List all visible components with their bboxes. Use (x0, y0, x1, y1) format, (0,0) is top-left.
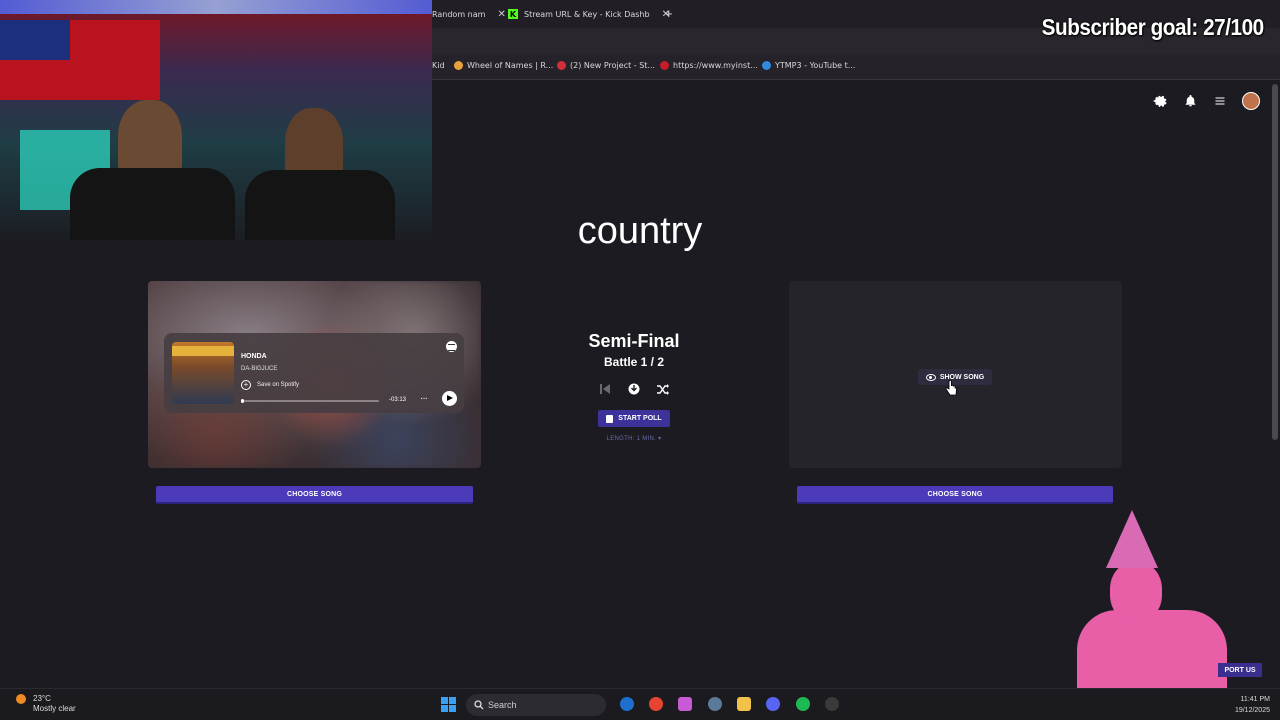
save-label: Save on Spotify (257, 382, 300, 388)
bookmark-new-project[interactable]: (2) New Project - St... (557, 61, 655, 70)
clock-date: 19/12/2025 (1234, 707, 1270, 714)
shuffle-icon[interactable] (656, 382, 670, 396)
support-us-button[interactable]: PORT US (1218, 663, 1262, 677)
temperature: 23°C (33, 694, 51, 703)
page-scrollbar[interactable] (1272, 84, 1278, 440)
bookmark-wheel-of-names[interactable]: Wheel of Names | R... (454, 61, 553, 70)
save-on-spotify-button[interactable]: + Save on Spotify (241, 380, 299, 390)
plus-icon: + (241, 380, 251, 390)
bell-icon[interactable] (1182, 93, 1198, 109)
progress-handle[interactable] (241, 399, 244, 403)
spotify-app-icon[interactable] (796, 697, 810, 711)
cover-banner (172, 346, 234, 356)
bookmark-label: Wheel of Names | R... (467, 61, 554, 70)
bookmark-label: Kid (432, 61, 445, 70)
wheel-icon (454, 61, 463, 70)
webcam-overlay (0, 0, 432, 240)
round-title: Semi-Final (588, 331, 680, 351)
progress-bar[interactable] (241, 399, 379, 403)
subscriber-goal: Subscriber goal: 27/100 (1041, 14, 1265, 40)
weather-widget[interactable]: 23°C Mostly clear (16, 694, 76, 714)
project-icon (557, 61, 566, 70)
overlay-character (1072, 510, 1232, 710)
file-explorer-icon[interactable] (737, 697, 751, 711)
menu-icon[interactable] (1212, 93, 1228, 109)
tab-label: Stream URL & Key - Kick Dashb (524, 9, 650, 19)
settings-app-icon[interactable] (708, 697, 722, 711)
tab-kick-dashboard[interactable]: K Stream URL & Key - Kick Dashb ✕ (508, 4, 670, 24)
chrome-icon[interactable] (649, 697, 663, 711)
choose-song-right-button[interactable]: CHOOSE SONG (797, 486, 1113, 504)
ytmp3-icon (762, 61, 771, 70)
bookmarks-bar: Kid Wheel of Names | R... (2) New Projec… (430, 54, 1280, 80)
edge-icon[interactable] (620, 697, 634, 711)
myinstants-icon (660, 61, 669, 70)
start-poll-button[interactable]: START POLL (598, 410, 670, 427)
poll-icon (606, 414, 614, 423)
track-title[interactable]: HONDA (241, 353, 267, 360)
flag-canton (0, 20, 70, 60)
bookmark-label: YTMP3 - YouTube t... (775, 61, 856, 70)
copilot-icon[interactable] (678, 697, 692, 711)
character-head (1110, 562, 1162, 622)
led-strip (0, 0, 432, 14)
discord-icon[interactable] (766, 697, 780, 711)
gear-icon[interactable] (1152, 93, 1168, 109)
bookmark-label: (2) New Project - St... (570, 61, 656, 70)
clock-time: 11:41 PM (1240, 696, 1270, 703)
eye-icon (925, 373, 936, 381)
new-tab-button[interactable]: + (665, 6, 673, 21)
genre-title: country (577, 210, 703, 252)
left-song-card: HONDA DA-BIGJUCE + Save on Spotify -03:1… (148, 281, 481, 468)
search-icon (474, 700, 484, 710)
more-options-icon[interactable]: ··· (420, 393, 428, 404)
weather-condition: Mostly clear (33, 704, 76, 713)
start-poll-label: START POLL (618, 415, 662, 422)
bookmark-kid[interactable]: Kid (432, 61, 445, 70)
hand-cursor-icon (945, 380, 957, 396)
weather-icon (16, 694, 26, 704)
system-clock[interactable]: 11:41 PM 19/12/2025 (1235, 694, 1270, 716)
track-artist[interactable]: DA-BIGJUCE (241, 366, 277, 372)
party-hat-icon (1106, 510, 1158, 568)
close-tab-icon[interactable]: ✕ (497, 9, 505, 20)
poll-length-select[interactable]: LENGTH: 1 MIN. ▾ (574, 435, 694, 442)
spotify-player: HONDA DA-BIGJUCE + Save on Spotify -03:1… (164, 333, 464, 413)
obs-icon[interactable] (825, 697, 839, 711)
remaining-time: -03:13 (389, 397, 407, 403)
choose-song-left-button[interactable]: CHOOSE SONG (156, 486, 473, 504)
previous-icon[interactable] (598, 382, 612, 396)
windows-taskbar: 23°C Mostly clear Search 11:41 PM 19/12/… (0, 688, 1280, 720)
header-actions (1152, 92, 1260, 110)
tab-random-names[interactable]: Random nam ✕ (432, 4, 506, 24)
user-avatar[interactable] (1242, 92, 1260, 110)
play-icon[interactable] (442, 391, 457, 406)
tab-label: Random nam (432, 9, 486, 19)
spotify-logo-icon[interactable] (446, 341, 457, 352)
windows-start-icon[interactable] (441, 697, 456, 712)
download-icon[interactable] (627, 382, 641, 396)
battle-counter: Battle 1 / 2 (603, 355, 665, 369)
battle-controls (598, 382, 670, 396)
bookmark-ytmp3[interactable]: YTMP3 - YouTube t... (762, 61, 855, 70)
kick-logo-icon: K (508, 9, 518, 19)
taskbar-search[interactable]: Search (466, 694, 606, 716)
album-cover[interactable] (172, 342, 234, 404)
bookmark-myinstants[interactable]: https://www.myinst... (660, 61, 758, 70)
search-placeholder: Search (488, 700, 517, 710)
bookmark-label: https://www.myinst... (673, 61, 758, 70)
